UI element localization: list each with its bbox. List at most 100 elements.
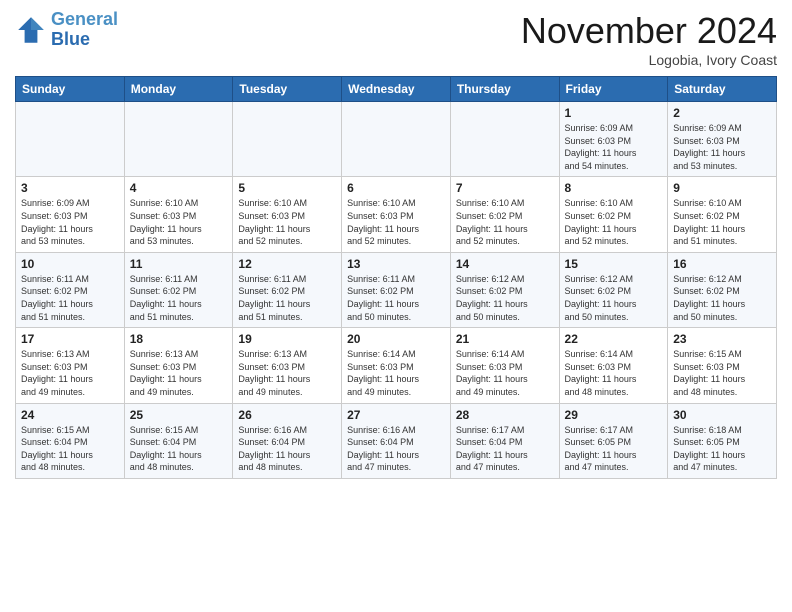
day-info: Sunrise: 6:12 AM Sunset: 6:02 PM Dayligh… xyxy=(673,273,771,323)
day-number: 17 xyxy=(21,332,119,346)
calendar-cell: 17 Sunrise: 6:13 AM Sunset: 6:03 PM Dayli… xyxy=(16,328,125,403)
day-info: Sunrise: 6:10 AM Sunset: 6:02 PM Dayligh… xyxy=(565,197,663,247)
day-info: Sunrise: 6:15 AM Sunset: 6:03 PM Dayligh… xyxy=(673,348,771,398)
logo: General Blue xyxy=(15,10,118,50)
day-info: Sunrise: 6:15 AM Sunset: 6:04 PM Dayligh… xyxy=(130,424,228,474)
calendar-cell: 29 Sunrise: 6:17 AM Sunset: 6:05 PM Dayli… xyxy=(559,403,668,478)
day-info: Sunrise: 6:13 AM Sunset: 6:03 PM Dayligh… xyxy=(130,348,228,398)
day-number: 24 xyxy=(21,408,119,422)
calendar-table: SundayMondayTuesdayWednesdayThursdayFrid… xyxy=(15,76,777,479)
calendar-cell: 23 Sunrise: 6:15 AM Sunset: 6:03 PM Dayli… xyxy=(668,328,777,403)
calendar-cell: 3 Sunrise: 6:09 AM Sunset: 6:03 PM Daylig… xyxy=(16,177,125,252)
day-number: 2 xyxy=(673,106,771,120)
day-number: 26 xyxy=(238,408,336,422)
calendar-cell: 15 Sunrise: 6:12 AM Sunset: 6:02 PM Dayli… xyxy=(559,252,668,327)
calendar-cell: 26 Sunrise: 6:16 AM Sunset: 6:04 PM Dayli… xyxy=(233,403,342,478)
calendar-week-4: 17 Sunrise: 6:13 AM Sunset: 6:03 PM Dayli… xyxy=(16,328,777,403)
day-info: Sunrise: 6:09 AM Sunset: 6:03 PM Dayligh… xyxy=(673,122,771,172)
calendar-cell: 22Sunrise: 6:14 AM Sunset: 6:03 PM Dayli… xyxy=(559,328,668,403)
day-number: 3 xyxy=(21,181,119,195)
day-number: 8 xyxy=(565,181,663,195)
day-number: 11 xyxy=(130,257,228,271)
day-number: 12 xyxy=(238,257,336,271)
calendar-cell xyxy=(124,102,233,177)
day-info: Sunrise: 6:17 AM Sunset: 6:05 PM Dayligh… xyxy=(565,424,663,474)
calendar-cell: 4Sunrise: 6:10 AM Sunset: 6:03 PM Daylig… xyxy=(124,177,233,252)
calendar-cell: 25 Sunrise: 6:15 AM Sunset: 6:04 PM Dayli… xyxy=(124,403,233,478)
day-info: Sunrise: 6:09 AM Sunset: 6:03 PM Dayligh… xyxy=(21,197,119,247)
calendar-cell xyxy=(342,102,451,177)
day-info: Sunrise: 6:09 AM Sunset: 6:03 PM Dayligh… xyxy=(565,122,663,172)
calendar-week-3: 10 Sunrise: 6:11 AM Sunset: 6:02 PM Dayli… xyxy=(16,252,777,327)
calendar-week-2: 3 Sunrise: 6:09 AM Sunset: 6:03 PM Daylig… xyxy=(16,177,777,252)
calendar-cell: 2 Sunrise: 6:09 AM Sunset: 6:03 PM Daylig… xyxy=(668,102,777,177)
page: General Blue November 2024 Logobia, Ivor… xyxy=(0,0,792,489)
weekday-header-thursday: Thursday xyxy=(450,77,559,102)
day-info: Sunrise: 6:14 AM Sunset: 6:03 PM Dayligh… xyxy=(456,348,554,398)
day-number: 6 xyxy=(347,181,445,195)
day-number: 18 xyxy=(130,332,228,346)
day-info: Sunrise: 6:10 AM Sunset: 6:02 PM Dayligh… xyxy=(673,197,771,247)
day-number: 20 xyxy=(347,332,445,346)
day-number: 29 xyxy=(565,408,663,422)
day-number: 13 xyxy=(347,257,445,271)
weekday-header-friday: Friday xyxy=(559,77,668,102)
day-number: 21 xyxy=(456,332,554,346)
title-block: November 2024 Logobia, Ivory Coast xyxy=(521,10,777,68)
weekday-header-saturday: Saturday xyxy=(668,77,777,102)
calendar-cell: 18 Sunrise: 6:13 AM Sunset: 6:03 PM Dayli… xyxy=(124,328,233,403)
weekday-header-monday: Monday xyxy=(124,77,233,102)
day-number: 30 xyxy=(673,408,771,422)
logo-general: General xyxy=(51,9,118,29)
day-info: Sunrise: 6:15 AM Sunset: 6:04 PM Dayligh… xyxy=(21,424,119,474)
day-number: 23 xyxy=(673,332,771,346)
day-info: Sunrise: 6:13 AM Sunset: 6:03 PM Dayligh… xyxy=(21,348,119,398)
day-number: 16 xyxy=(673,257,771,271)
calendar-cell xyxy=(233,102,342,177)
calendar-cell: 6 Sunrise: 6:10 AM Sunset: 6:03 PM Daylig… xyxy=(342,177,451,252)
day-info: Sunrise: 6:11 AM Sunset: 6:02 PM Dayligh… xyxy=(21,273,119,323)
day-info: Sunrise: 6:12 AM Sunset: 6:02 PM Dayligh… xyxy=(456,273,554,323)
day-info: Sunrise: 6:10 AM Sunset: 6:03 PM Dayligh… xyxy=(347,197,445,247)
weekday-header-row: SundayMondayTuesdayWednesdayThursdayFrid… xyxy=(16,77,777,102)
day-info: Sunrise: 6:16 AM Sunset: 6:04 PM Dayligh… xyxy=(347,424,445,474)
month-title: November 2024 xyxy=(521,10,777,52)
day-number: 10 xyxy=(21,257,119,271)
day-info: Sunrise: 6:11 AM Sunset: 6:02 PM Dayligh… xyxy=(130,273,228,323)
calendar-cell: 19 Sunrise: 6:13 AM Sunset: 6:03 PM Dayli… xyxy=(233,328,342,403)
location: Logobia, Ivory Coast xyxy=(521,52,777,68)
calendar-cell: 24 Sunrise: 6:15 AM Sunset: 6:04 PM Dayli… xyxy=(16,403,125,478)
weekday-header-tuesday: Tuesday xyxy=(233,77,342,102)
calendar-cell: 7Sunrise: 6:10 AM Sunset: 6:02 PM Daylig… xyxy=(450,177,559,252)
day-number: 5 xyxy=(238,181,336,195)
calendar-cell: 11 Sunrise: 6:11 AM Sunset: 6:02 PM Dayli… xyxy=(124,252,233,327)
logo-text: General Blue xyxy=(51,10,118,50)
day-info: Sunrise: 6:11 AM Sunset: 6:02 PM Dayligh… xyxy=(347,273,445,323)
calendar-cell: 9Sunrise: 6:10 AM Sunset: 6:02 PM Daylig… xyxy=(668,177,777,252)
day-info: Sunrise: 6:17 AM Sunset: 6:04 PM Dayligh… xyxy=(456,424,554,474)
calendar-cell: 16 Sunrise: 6:12 AM Sunset: 6:02 PM Dayli… xyxy=(668,252,777,327)
day-info: Sunrise: 6:14 AM Sunset: 6:03 PM Dayligh… xyxy=(347,348,445,398)
calendar-cell: 5Sunrise: 6:10 AM Sunset: 6:03 PM Daylig… xyxy=(233,177,342,252)
calendar-cell: 1 Sunrise: 6:09 AM Sunset: 6:03 PM Daylig… xyxy=(559,102,668,177)
calendar-cell: 12 Sunrise: 6:11 AM Sunset: 6:02 PM Dayli… xyxy=(233,252,342,327)
day-info: Sunrise: 6:16 AM Sunset: 6:04 PM Dayligh… xyxy=(238,424,336,474)
day-info: Sunrise: 6:13 AM Sunset: 6:03 PM Dayligh… xyxy=(238,348,336,398)
day-number: 4 xyxy=(130,181,228,195)
day-number: 25 xyxy=(130,408,228,422)
logo-blue: Blue xyxy=(51,29,90,49)
calendar-week-1: 1 Sunrise: 6:09 AM Sunset: 6:03 PM Daylig… xyxy=(16,102,777,177)
calendar-cell: 13 Sunrise: 6:11 AM Sunset: 6:02 PM Dayli… xyxy=(342,252,451,327)
day-info: Sunrise: 6:11 AM Sunset: 6:02 PM Dayligh… xyxy=(238,273,336,323)
day-number: 1 xyxy=(565,106,663,120)
day-info: Sunrise: 6:18 AM Sunset: 6:05 PM Dayligh… xyxy=(673,424,771,474)
calendar-cell: 10 Sunrise: 6:11 AM Sunset: 6:02 PM Dayli… xyxy=(16,252,125,327)
calendar-week-5: 24 Sunrise: 6:15 AM Sunset: 6:04 PM Dayli… xyxy=(16,403,777,478)
day-info: Sunrise: 6:12 AM Sunset: 6:02 PM Dayligh… xyxy=(565,273,663,323)
weekday-header-wednesday: Wednesday xyxy=(342,77,451,102)
day-number: 22 xyxy=(565,332,663,346)
day-number: 19 xyxy=(238,332,336,346)
day-number: 14 xyxy=(456,257,554,271)
day-number: 15 xyxy=(565,257,663,271)
day-number: 28 xyxy=(456,408,554,422)
